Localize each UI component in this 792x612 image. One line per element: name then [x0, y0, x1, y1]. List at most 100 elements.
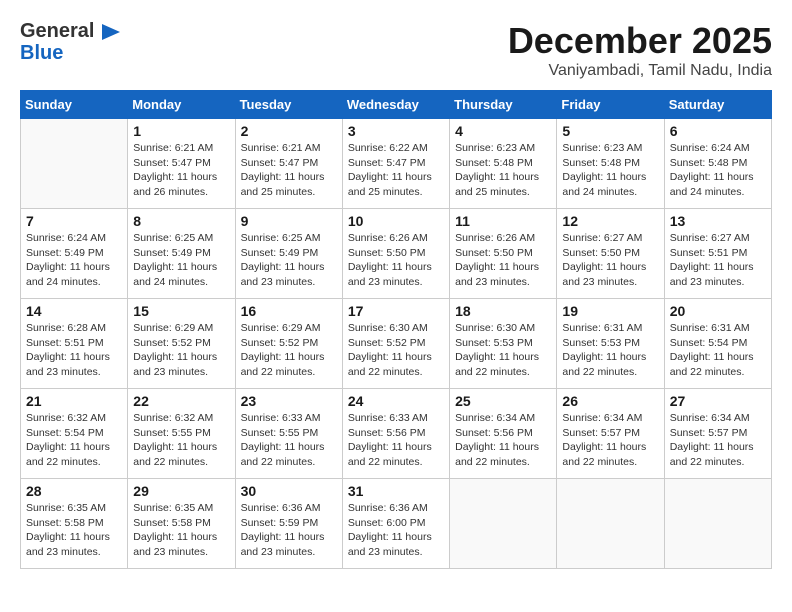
daylight-text: Daylight: 11 hours and 22 minutes. [670, 350, 766, 379]
sunset-text: Sunset: 5:50 PM [348, 246, 444, 261]
sunset-text: Sunset: 6:00 PM [348, 516, 444, 531]
day-number: 16 [241, 303, 337, 319]
calendar-cell [557, 479, 664, 569]
sunset-text: Sunset: 5:57 PM [670, 426, 766, 441]
day-number: 21 [26, 393, 122, 409]
logo-general: General [20, 20, 120, 42]
day-number: 29 [133, 483, 229, 499]
calendar-cell: 19Sunrise: 6:31 AMSunset: 5:53 PMDayligh… [557, 299, 664, 389]
sunset-text: Sunset: 5:55 PM [241, 426, 337, 441]
sunset-text: Sunset: 5:49 PM [133, 246, 229, 261]
daylight-text: Daylight: 11 hours and 23 minutes. [670, 260, 766, 289]
day-info: Sunrise: 6:29 AMSunset: 5:52 PMDaylight:… [241, 321, 337, 380]
calendar-cell: 1Sunrise: 6:21 AMSunset: 5:47 PMDaylight… [128, 119, 235, 209]
sunrise-text: Sunrise: 6:24 AM [26, 231, 122, 246]
daylight-text: Daylight: 11 hours and 22 minutes. [455, 350, 551, 379]
day-info: Sunrise: 6:26 AMSunset: 5:50 PMDaylight:… [348, 231, 444, 290]
calendar-cell: 3Sunrise: 6:22 AMSunset: 5:47 PMDaylight… [342, 119, 449, 209]
calendar-cell: 17Sunrise: 6:30 AMSunset: 5:52 PMDayligh… [342, 299, 449, 389]
sunset-text: Sunset: 5:50 PM [562, 246, 658, 261]
calendar-cell: 29Sunrise: 6:35 AMSunset: 5:58 PMDayligh… [128, 479, 235, 569]
calendar-cell: 8Sunrise: 6:25 AMSunset: 5:49 PMDaylight… [128, 209, 235, 299]
sunset-text: Sunset: 5:53 PM [562, 336, 658, 351]
sunrise-text: Sunrise: 6:33 AM [348, 411, 444, 426]
calendar-cell [664, 479, 771, 569]
day-info: Sunrise: 6:29 AMSunset: 5:52 PMDaylight:… [133, 321, 229, 380]
daylight-text: Daylight: 11 hours and 25 minutes. [241, 170, 337, 199]
daylight-text: Daylight: 11 hours and 22 minutes. [455, 440, 551, 469]
day-number: 25 [455, 393, 551, 409]
sunset-text: Sunset: 5:52 PM [241, 336, 337, 351]
daylight-text: Daylight: 11 hours and 23 minutes. [455, 260, 551, 289]
sunrise-text: Sunrise: 6:36 AM [348, 501, 444, 516]
sunrise-text: Sunrise: 6:21 AM [133, 141, 229, 156]
daylight-text: Daylight: 11 hours and 23 minutes. [562, 260, 658, 289]
sunset-text: Sunset: 5:49 PM [26, 246, 122, 261]
sunrise-text: Sunrise: 6:33 AM [241, 411, 337, 426]
day-info: Sunrise: 6:32 AMSunset: 5:55 PMDaylight:… [133, 411, 229, 470]
sunset-text: Sunset: 5:56 PM [348, 426, 444, 441]
logo-icon [102, 24, 120, 40]
sunrise-text: Sunrise: 6:26 AM [455, 231, 551, 246]
sunrise-text: Sunrise: 6:32 AM [26, 411, 122, 426]
day-info: Sunrise: 6:36 AMSunset: 5:59 PMDaylight:… [241, 501, 337, 560]
calendar-cell: 14 Sunrise: 6:28 AMSunset: 5:51 PMDayligh… [21, 299, 128, 389]
day-info: Sunrise: 6:25 AMSunset: 5:49 PMDaylight:… [133, 231, 229, 290]
daylight-text: Daylight: 11 hours and 24 minutes. [670, 170, 766, 199]
calendar-cell: 10Sunrise: 6:26 AMSunset: 5:50 PMDayligh… [342, 209, 449, 299]
sunset-text: Sunset: 5:52 PM [133, 336, 229, 351]
sunset-text: Sunset: 5:48 PM [562, 156, 658, 171]
daylight-text: Daylight: 11 hours and 22 minutes. [348, 440, 444, 469]
calendar-cell: 22Sunrise: 6:32 AMSunset: 5:55 PMDayligh… [128, 389, 235, 479]
day-info: Sunrise: 6:34 AMSunset: 5:57 PMDaylight:… [562, 411, 658, 470]
day-number: 14 [26, 303, 122, 319]
day-number: 3 [348, 123, 444, 139]
sunset-text: Sunset: 5:48 PM [455, 156, 551, 171]
day-info: Sunrise: 6:31 AMSunset: 5:54 PMDaylight:… [670, 321, 766, 380]
calendar-cell: 28Sunrise: 6:35 AMSunset: 5:58 PMDayligh… [21, 479, 128, 569]
day-number: 15 [133, 303, 229, 319]
sunset-text: Sunset: 5:48 PM [670, 156, 766, 171]
sunrise-text: Sunrise: 6:34 AM [670, 411, 766, 426]
day-info: Sunrise: 6:34 AMSunset: 5:57 PMDaylight:… [670, 411, 766, 470]
daylight-text: Daylight: 11 hours and 23 minutes. [26, 350, 122, 379]
calendar-cell: 6Sunrise: 6:24 AMSunset: 5:48 PMDaylight… [664, 119, 771, 209]
calendar-cell: 16 Sunrise: 6:29 AMSunset: 5:52 PMDayligh… [235, 299, 342, 389]
sunrise-text: Sunrise: 6:24 AM [670, 141, 766, 156]
sunset-text: Sunset: 5:59 PM [241, 516, 337, 531]
calendar-cell: 12Sunrise: 6:27 AMSunset: 5:50 PMDayligh… [557, 209, 664, 299]
sunset-text: Sunset: 5:53 PM [455, 336, 551, 351]
day-info: Sunrise: 6:28 AMSunset: 5:51 PMDaylight:… [26, 321, 122, 380]
day-info: Sunrise: 6:21 AMSunset: 5:47 PMDaylight:… [241, 141, 337, 200]
daylight-text: Daylight: 11 hours and 22 minutes. [241, 440, 337, 469]
day-info: Sunrise: 6:35 AMSunset: 5:58 PMDaylight:… [26, 501, 122, 560]
day-info: Sunrise: 6:27 AMSunset: 5:50 PMDaylight:… [562, 231, 658, 290]
sunset-text: Sunset: 5:57 PM [562, 426, 658, 441]
calendar-cell: 21Sunrise: 6:32 AMSunset: 5:54 PMDayligh… [21, 389, 128, 479]
daylight-text: Daylight: 11 hours and 22 minutes. [241, 350, 337, 379]
day-number: 13 [670, 213, 766, 229]
weekday-header: Tuesday [235, 91, 342, 119]
daylight-text: Daylight: 11 hours and 22 minutes. [670, 440, 766, 469]
sunrise-text: Sunrise: 6:30 AM [348, 321, 444, 336]
day-info: Sunrise: 6:34 AMSunset: 5:56 PMDaylight:… [455, 411, 551, 470]
sunrise-text: Sunrise: 6:36 AM [241, 501, 337, 516]
sunrise-text: Sunrise: 6:35 AM [133, 501, 229, 516]
daylight-text: Daylight: 11 hours and 23 minutes. [241, 260, 337, 289]
daylight-text: Daylight: 11 hours and 23 minutes. [348, 530, 444, 559]
calendar-cell: 4Sunrise: 6:23 AMSunset: 5:48 PMDaylight… [450, 119, 557, 209]
day-number: 4 [455, 123, 551, 139]
calendar-cell: 5Sunrise: 6:23 AMSunset: 5:48 PMDaylight… [557, 119, 664, 209]
sunrise-text: Sunrise: 6:27 AM [562, 231, 658, 246]
calendar-cell: 9Sunrise: 6:25 AMSunset: 5:49 PMDaylight… [235, 209, 342, 299]
day-info: Sunrise: 6:24 AMSunset: 5:48 PMDaylight:… [670, 141, 766, 200]
sunrise-text: Sunrise: 6:29 AM [133, 321, 229, 336]
logo-blue: Blue [20, 42, 120, 64]
daylight-text: Daylight: 11 hours and 22 minutes. [348, 350, 444, 379]
daylight-text: Daylight: 11 hours and 26 minutes. [133, 170, 229, 199]
daylight-text: Daylight: 11 hours and 23 minutes. [241, 530, 337, 559]
day-number: 9 [241, 213, 337, 229]
sunrise-text: Sunrise: 6:30 AM [455, 321, 551, 336]
sunrise-text: Sunrise: 6:32 AM [133, 411, 229, 426]
day-number: 24 [348, 393, 444, 409]
